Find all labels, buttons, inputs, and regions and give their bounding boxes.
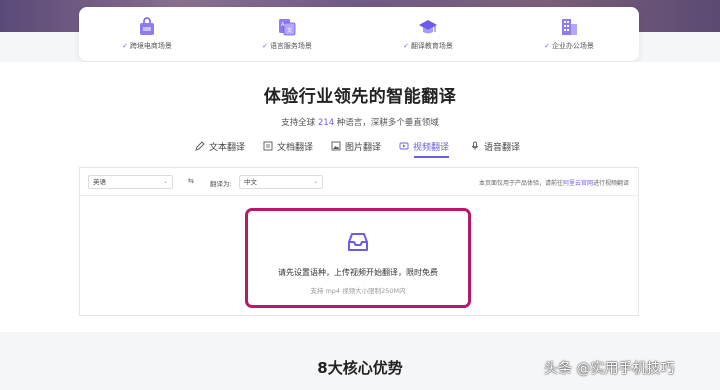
language-count: 214 <box>317 118 335 128</box>
svg-text:A: A <box>281 22 285 28</box>
upload-hint: 支持 mp4 视频大小限制250M内 <box>310 287 406 295</box>
experience-notice: 本页面仅用于产品体验，请前往阿里云官网进行视频翻译 <box>478 180 629 187</box>
language-toolbar: 英语 ⌄ ⇆ 翻译为: 中文 ⌄ 本页面仅用于产品体验，请前往阿里云官网进行视频… <box>80 168 638 196</box>
tab-label: 文本翻译 <box>209 142 246 153</box>
tab-label: 视频翻译 <box>413 142 450 153</box>
source-language-select[interactable]: 英语 ⌄ <box>88 175 173 189</box>
tab-speech-translation[interactable]: 语音翻译 <box>470 138 520 154</box>
translation-panel: 英语 ⌄ ⇆ 翻译为: 中文 ⌄ 本页面仅用于产品体验，请前往阿里云官网进行视频… <box>79 167 639 316</box>
scene-item-ecommerce[interactable]: ✓ 跨境电商场景 <box>87 17 207 51</box>
office-building-icon <box>562 19 577 35</box>
aliyun-link[interactable]: 阿里云官网 <box>563 180 593 187</box>
video-upload-area[interactable]: 请先设置语种，上传视频开始翻译，限时免费 支持 mp4 视频大小限制250M内 <box>245 208 471 308</box>
target-language-value: 中文 <box>244 178 257 186</box>
pen-icon <box>195 141 205 151</box>
tab-label: 图片翻译 <box>345 142 382 153</box>
scene-item-office[interactable]: ✓ 企业办公场景 <box>509 17 629 51</box>
scene-label: 跨境电商场景 <box>129 42 172 50</box>
tab-label: 语音翻译 <box>484 142 521 153</box>
scene-item-language-service[interactable]: A 文 ✓ 语言服务场景 <box>227 17 347 51</box>
graduation-cap-icon <box>419 20 437 34</box>
inbox-icon <box>348 233 368 251</box>
language-document-icon: A 文 <box>279 19 296 36</box>
target-language-label: 翻译为: <box>210 180 232 188</box>
scene-label: 语言服务场景 <box>269 42 312 50</box>
tab-image-translation[interactable]: 图片翻译 <box>331 138 381 154</box>
tab-video-translation[interactable]: 视频翻译 <box>399 138 450 158</box>
page-headline: 体验行业领先的智能翻译 <box>263 87 457 107</box>
source-language-value: 英语 <box>93 178 106 186</box>
watermark: 头条 @实用手机技巧 <box>544 361 675 377</box>
tab-label: 文档翻译 <box>277 142 314 153</box>
target-language-select[interactable]: 中文 ⌄ <box>239 175 323 189</box>
microphone-icon <box>471 141 479 150</box>
translation-tabs: 文本翻译 文档翻译 图片翻译 视频翻译 语音翻译 <box>0 138 720 158</box>
scene-item-education[interactable]: ✓ 翻译教育场景 <box>368 17 488 51</box>
page-subline: 支持全球 214 种语言，深耕多个垂直领域 <box>281 118 439 128</box>
video-icon <box>399 142 409 150</box>
chevron-down-icon: ⌄ <box>162 178 168 185</box>
tab-document-translation[interactable]: 文档翻译 <box>263 138 313 154</box>
scene-card: ✓ 跨境电商场景 A 文 ✓ 语言服务场景 ✓ 翻译教育场景 ✓ 企业办公场景 <box>79 7 639 61</box>
shopping-bag-icon <box>140 17 154 35</box>
tab-text-translation[interactable]: 文本翻译 <box>195 138 245 154</box>
document-icon <box>263 141 273 151</box>
scene-label: 企业办公场景 <box>551 42 594 50</box>
svg-text:文: 文 <box>287 27 292 34</box>
image-icon <box>331 141 341 151</box>
swap-languages-icon[interactable]: ⇆ <box>188 177 194 185</box>
upload-message: 请先设置语种，上传视频开始翻译，限时免费 <box>278 268 438 277</box>
scene-label: 翻译教育场景 <box>410 42 453 50</box>
chevron-down-icon: ⌄ <box>312 178 318 185</box>
